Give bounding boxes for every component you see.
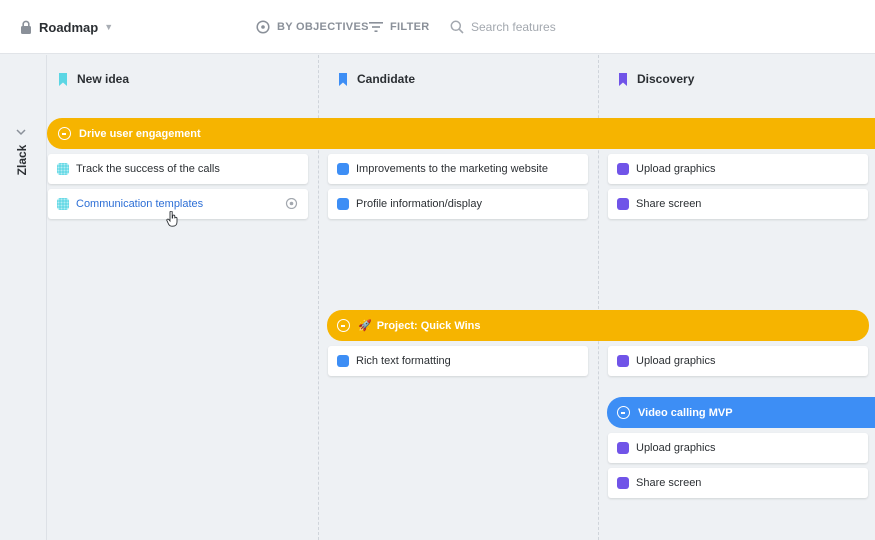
bookmark-icon — [59, 72, 67, 86]
bookmark-icon — [619, 72, 627, 86]
feature-card[interactable]: Upload graphics — [608, 433, 868, 463]
objective-icon — [58, 127, 71, 140]
objective-band-video-calling-mvp[interactable]: Video calling MVP — [607, 397, 875, 428]
chevron-down-icon[interactable] — [14, 127, 28, 137]
feature-card[interactable]: Upload graphics — [608, 154, 868, 184]
filter-icon — [369, 22, 383, 32]
objective-band-project-quick-wins[interactable]: 🚀 Project: Quick Wins — [327, 310, 869, 341]
group-label: Zlack — [15, 144, 29, 176]
column-title: Discovery — [637, 72, 695, 86]
objective-label: Video calling MVP — [638, 406, 733, 419]
top-bar: Roadmap ▼ BY OBJECTIVES FILTER — [0, 0, 875, 54]
status-square — [337, 198, 349, 210]
feature-card[interactable]: Profile information/display — [328, 189, 588, 219]
rocket-icon: 🚀 — [358, 320, 372, 332]
card-title: Improvements to the marketing website — [356, 163, 548, 175]
eye-icon[interactable] — [285, 198, 298, 209]
objective-band-drive-user-engagement[interactable]: Drive user engagement — [47, 118, 875, 149]
card-title: Upload graphics — [636, 355, 716, 367]
roadmap-selector[interactable]: Roadmap ▼ — [20, 0, 113, 54]
search-input[interactable] — [471, 20, 621, 34]
column-title: Candidate — [357, 72, 416, 86]
card-title: Profile information/display — [356, 198, 482, 210]
card-title: Upload graphics — [636, 442, 716, 454]
filter-button[interactable]: FILTER — [369, 0, 429, 54]
card-title: Communication templates — [76, 198, 204, 210]
status-square — [337, 355, 349, 367]
status-square — [617, 198, 629, 210]
objective-label: Drive user engagement — [79, 127, 201, 140]
by-objectives-label: BY OBJECTIVES — [277, 21, 369, 33]
status-square — [617, 163, 629, 175]
objective-icon — [337, 319, 350, 332]
feature-card[interactable]: Track the success of the calls — [48, 154, 308, 184]
search-box[interactable] — [450, 0, 621, 54]
feature-card[interactable]: Rich text formatting — [328, 346, 588, 376]
lock-icon — [21, 20, 31, 34]
column-header-new-idea: New idea — [58, 66, 129, 92]
feature-card[interactable]: Upload graphics — [608, 346, 868, 376]
objective-icon — [617, 406, 630, 419]
objective-label: Project: Quick Wins — [376, 319, 481, 332]
card-title: Rich text formatting — [356, 355, 451, 367]
status-square — [57, 198, 69, 210]
card-title: Track the success of the calls — [76, 163, 220, 175]
card-title: Share screen — [636, 477, 702, 489]
status-square — [617, 355, 629, 367]
status-square — [617, 477, 629, 489]
card-title: Share screen — [636, 198, 702, 210]
search-icon — [450, 20, 464, 34]
roadmap-title: Roadmap — [39, 19, 99, 35]
caret-down-icon: ▼ — [104, 22, 114, 32]
feature-card[interactable]: Share screen — [608, 189, 868, 219]
by-objectives-button[interactable]: BY OBJECTIVES — [256, 0, 369, 54]
feature-card[interactable]: Share screen — [608, 468, 868, 498]
status-square — [337, 163, 349, 175]
bookmark-icon — [339, 72, 347, 86]
hand-cursor-icon — [166, 211, 178, 227]
column-header-discovery: Discovery — [618, 66, 694, 92]
column-header-candidate: Candidate — [338, 66, 415, 92]
filter-label: FILTER — [390, 21, 430, 33]
status-square — [57, 163, 69, 175]
column-title: New idea — [77, 72, 130, 86]
feature-card[interactable]: Improvements to the marketing website — [328, 154, 588, 184]
status-square — [617, 442, 629, 454]
card-title: Upload graphics — [636, 163, 716, 175]
objective-circle-icon — [256, 20, 270, 34]
